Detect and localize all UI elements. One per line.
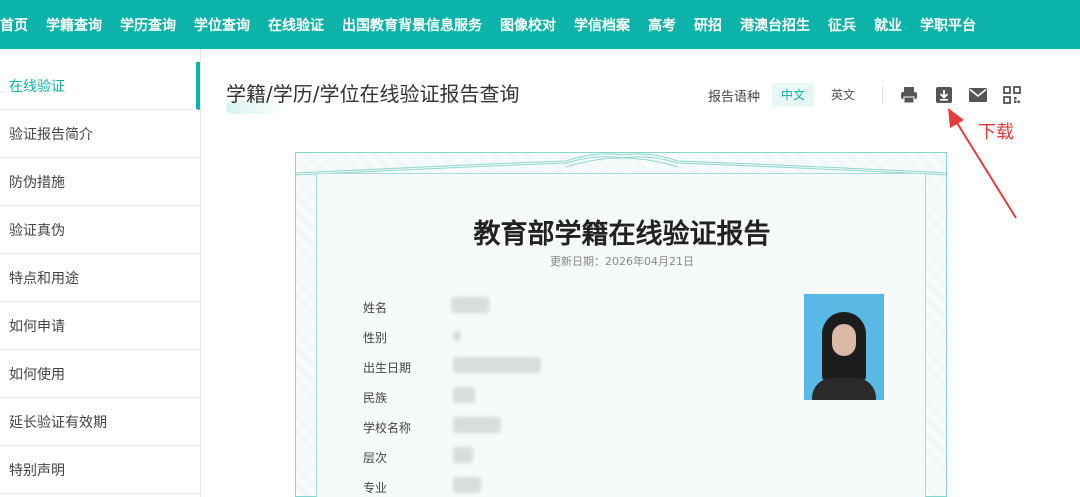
nav-home[interactable]: 首页 <box>0 15 28 35</box>
nav-zhengbing[interactable]: 征兵 <box>828 15 856 35</box>
nav-archive[interactable]: 学信档案 <box>574 15 630 35</box>
qrcode-icon[interactable] <box>1002 85 1022 105</box>
nav-xueji[interactable]: 学籍查询 <box>46 15 102 35</box>
sidebar-item-verify-authentic[interactable]: 验证真伪 <box>0 206 200 254</box>
sidebar: 在线验证 验证报告简介 防伪措施 验证真伪 特点和用途 如何申请 如何使用 延长… <box>0 62 200 497</box>
report-certificate: 教育部学籍在线验证报告 更新日期：2026年04月21日 姓名 性别 出生日期 … <box>295 152 948 497</box>
toolbar-divider <box>882 86 883 104</box>
download-icon[interactable] <box>934 85 954 105</box>
mail-icon[interactable] <box>968 85 988 105</box>
sidebar-item-online-verify[interactable]: 在线验证 <box>0 62 200 110</box>
field-school-label: 学校名称 <box>363 421 412 435</box>
field-school-value <box>453 417 501 433</box>
lang-english-button[interactable]: 英文 <box>822 83 864 107</box>
field-level-label: 层次 <box>363 451 388 465</box>
field-major-label: 专业 <box>363 481 388 495</box>
date-prefix: 更新日期： <box>550 255 605 268</box>
top-navigation: 首页 学籍查询 学历查询 学位查询 在线验证 出国教育背景信息服务 图像校对 学… <box>0 0 1080 49</box>
page-title: 学籍/学历/学位在线验证报告查询 <box>226 82 520 106</box>
nav-image-check[interactable]: 图像校对 <box>500 15 556 35</box>
lang-chinese-button[interactable]: 中文 <box>772 83 815 107</box>
field-name-value <box>451 297 489 313</box>
print-icon[interactable] <box>899 85 919 105</box>
field-birthdate-label: 出生日期 <box>363 361 412 375</box>
field-gender-value <box>453 331 461 341</box>
nav-gat[interactable]: 港澳台招生 <box>740 15 810 35</box>
nav-gaokao[interactable]: 高考 <box>648 15 676 35</box>
nav-xuewei[interactable]: 学位查询 <box>194 15 250 35</box>
nav-yanzhao[interactable]: 研招 <box>694 15 722 35</box>
field-ethnicity-label: 民族 <box>363 391 388 405</box>
certificate-update-date: 更新日期：2026年04月21日 <box>296 253 948 269</box>
sidebar-divider <box>200 49 201 497</box>
field-gender-label: 性别 <box>363 331 388 345</box>
certificate-title: 教育部学籍在线验证报告 <box>473 219 771 250</box>
field-ethnicity-value <box>453 387 475 403</box>
field-birthdate-value <box>453 357 541 373</box>
sidebar-item-anti-fake[interactable]: 防伪措施 <box>0 158 200 206</box>
nav-jiuye[interactable]: 就业 <box>874 15 902 35</box>
sidebar-item-how-use[interactable]: 如何使用 <box>0 350 200 398</box>
download-annotation: 下载 <box>978 122 1014 143</box>
sidebar-item-statement[interactable]: 特别声明 <box>0 446 200 494</box>
report-language-label: 报告语种 <box>708 90 761 105</box>
sidebar-item-extend[interactable]: 延长验证有效期 <box>0 398 200 446</box>
nav-xueli[interactable]: 学历查询 <box>120 15 176 35</box>
sidebar-item-how-apply[interactable]: 如何申请 <box>0 302 200 350</box>
field-level-value <box>453 447 473 463</box>
sidebar-item-features[interactable]: 特点和用途 <box>0 254 200 302</box>
nav-online-verify[interactable]: 在线验证 <box>268 15 324 35</box>
nav-xuezhi[interactable]: 学职平台 <box>920 15 976 35</box>
nav-abroad-service[interactable]: 出国教育背景信息服务 <box>342 15 482 35</box>
sidebar-item-intro[interactable]: 验证报告简介 <box>0 110 200 158</box>
field-name-label: 姓名 <box>363 301 388 315</box>
field-major-value <box>453 477 481 493</box>
student-photo <box>804 294 884 400</box>
date-value: 2026年04月21日 <box>605 255 694 268</box>
